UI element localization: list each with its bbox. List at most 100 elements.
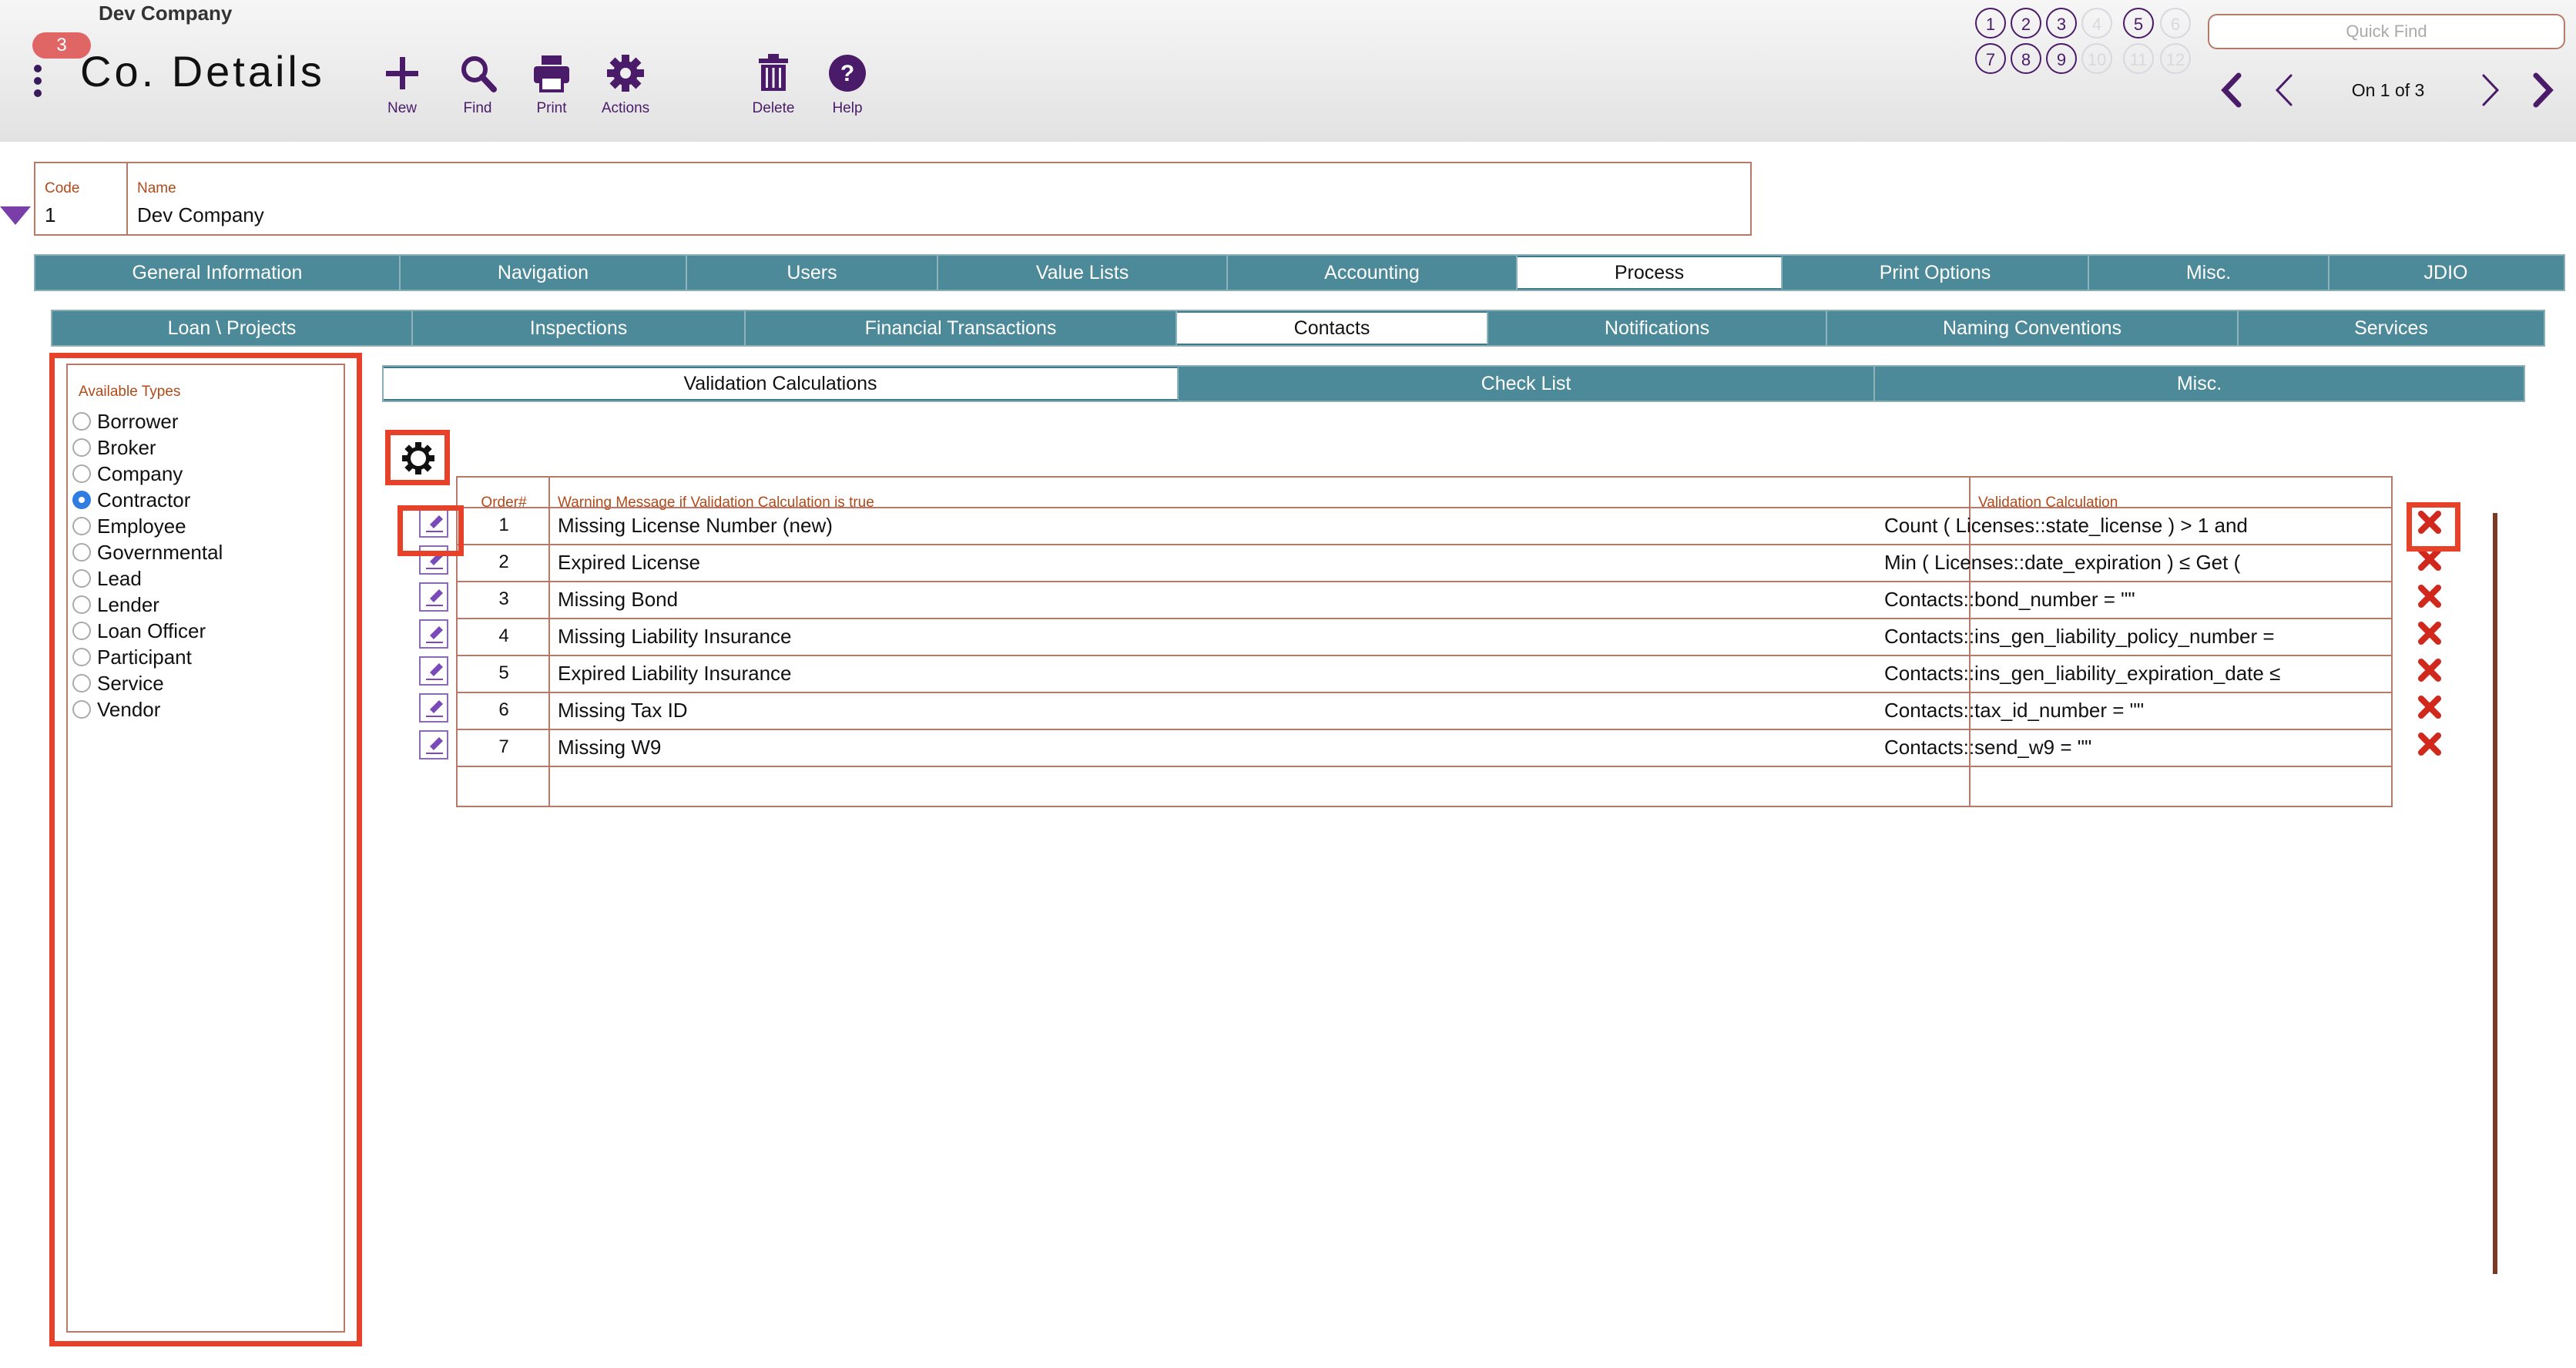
radio-icon[interactable]	[72, 412, 91, 431]
quick-nav-button-7[interactable]: 7	[1975, 43, 2006, 74]
subtab-financial-transactions[interactable]: Financial Transactions	[746, 311, 1177, 345]
table-row[interactable]: 4 Missing Liability Insurance Contacts::in…	[458, 618, 2391, 655]
type-option-borrower[interactable]: Borrower	[72, 408, 223, 434]
edit-row-button[interactable]	[419, 730, 448, 759]
tab-jdio[interactable]: JDIO	[2329, 256, 2562, 290]
name-field[interactable]: Name Dev Company	[128, 163, 1750, 234]
table-row[interactable]: 5 Expired Liability Insurance Contacts::in…	[458, 655, 2391, 692]
previous-record-icon[interactable]	[2269, 71, 2300, 109]
quick-nav-button-8[interactable]: 8	[2011, 43, 2041, 74]
radio-icon[interactable]	[72, 543, 91, 562]
table-row[interactable]: 7 Missing W9 Contacts::send_w9 = ""	[458, 729, 2391, 766]
actions-button[interactable]: Actions	[587, 51, 664, 117]
tab-print-options[interactable]: Print Options	[1783, 256, 2089, 290]
radio-icon[interactable]	[72, 438, 91, 457]
order-cell[interactable]: 3	[458, 582, 550, 616]
type-option-participant[interactable]: Participant	[72, 644, 223, 670]
radio-icon[interactable]	[72, 569, 91, 588]
type-option-lender[interactable]: Lender	[72, 592, 223, 618]
type-option-governmental[interactable]: Governmental	[72, 539, 223, 565]
find-button[interactable]: Find	[439, 51, 516, 117]
quick-nav-button-3[interactable]: 3	[2046, 8, 2077, 39]
delete-row-button[interactable]	[2416, 730, 2444, 758]
edit-row-button[interactable]	[419, 619, 448, 649]
scrollbar[interactable]	[2493, 513, 2497, 1274]
tab-value-lists[interactable]: Value Lists	[938, 256, 1228, 290]
table-row-empty[interactable]	[458, 766, 2391, 803]
order-cell[interactable]: 7	[458, 730, 550, 764]
delete-button[interactable]: Delete	[735, 51, 812, 117]
radio-icon[interactable]	[72, 674, 91, 692]
last-record-icon[interactable]	[2527, 71, 2558, 109]
quick-nav-button-1[interactable]: 1	[1975, 8, 2006, 39]
subtab-inspections[interactable]: Inspections	[413, 311, 746, 345]
subtab-contacts[interactable]: Contacts	[1177, 311, 1488, 345]
table-row[interactable]: 1 Missing License Number (new) Count ( Lic…	[458, 507, 2391, 544]
message-cell[interactable]: Missing Tax ID	[558, 693, 688, 727]
message-cell[interactable]: Expired Liability Insurance	[558, 656, 792, 690]
contacts-tab-misc[interactable]: Misc.	[1875, 367, 2524, 401]
tab-process[interactable]: Process	[1518, 256, 1783, 290]
expand-triangle-icon[interactable]	[0, 206, 31, 225]
type-option-employee[interactable]: Employee	[72, 513, 223, 539]
calculation-cell[interactable]: Contacts::bond_number = ""	[1884, 582, 2385, 616]
code-field[interactable]: Code 1	[35, 163, 128, 234]
message-cell[interactable]: Missing License Number (new)	[558, 508, 833, 542]
table-row[interactable]: 3 Missing Bond Contacts::bond_number = ""	[458, 581, 2391, 618]
radio-icon[interactable]	[72, 491, 91, 509]
order-cell[interactable]: 6	[458, 693, 550, 727]
next-record-icon[interactable]	[2474, 71, 2505, 109]
new-button[interactable]: New	[364, 51, 441, 117]
radio-icon[interactable]	[72, 700, 91, 719]
settings-button[interactable]	[385, 430, 450, 485]
quick-find-input[interactable]: Quick Find	[2208, 14, 2565, 49]
message-cell[interactable]: Missing Bond	[558, 582, 678, 616]
type-option-vendor[interactable]: Vendor	[72, 696, 223, 723]
type-option-loan-officer[interactable]: Loan Officer	[72, 618, 223, 644]
calculation-cell[interactable]: Contacts::tax_id_number = ""	[1884, 693, 2385, 727]
message-cell[interactable]: Missing Liability Insurance	[558, 619, 791, 653]
order-cell[interactable]: 5	[458, 656, 550, 690]
table-row[interactable]: 2 Expired License Min ( Licenses::date_exp…	[458, 544, 2391, 581]
contacts-tab-validation-calculations[interactable]: Validation Calculations	[384, 367, 1179, 401]
delete-row-button[interactable]	[2416, 693, 2444, 721]
radio-icon[interactable]	[72, 464, 91, 483]
calculation-cell[interactable]: Contacts::ins_gen_liability_policy_numbe…	[1884, 619, 2385, 653]
calculation-cell[interactable]: Min ( Licenses::date_expiration ) ≤ Get …	[1884, 545, 2385, 579]
radio-icon[interactable]	[72, 517, 91, 535]
subtab-loan-projects[interactable]: Loan \ Projects	[52, 311, 413, 345]
calculation-cell[interactable]: Count ( Licenses::state_license ) > 1 an…	[1884, 508, 2385, 542]
tab-navigation[interactable]: Navigation	[401, 256, 687, 290]
edit-row-button[interactable]	[419, 693, 448, 723]
subtab-naming-conventions[interactable]: Naming Conventions	[1827, 311, 2239, 345]
edit-row-button[interactable]	[419, 582, 448, 612]
edit-row-button[interactable]	[419, 656, 448, 686]
order-cell[interactable]: 4	[458, 619, 550, 653]
delete-row-button[interactable]	[2416, 582, 2444, 610]
subtab-notifications[interactable]: Notifications	[1488, 311, 1827, 345]
first-record-icon[interactable]	[2217, 71, 2248, 109]
order-cell[interactable]: 1	[458, 508, 550, 542]
type-option-service[interactable]: Service	[72, 670, 223, 696]
contacts-tab-check-list[interactable]: Check List	[1179, 367, 1875, 401]
type-option-company[interactable]: Company	[72, 461, 223, 487]
menu-dots-icon[interactable]	[32, 65, 43, 103]
type-option-lead[interactable]: Lead	[72, 565, 223, 592]
radio-icon[interactable]	[72, 595, 91, 614]
table-row[interactable]: 6 Missing Tax ID Contacts::tax_id_number =…	[458, 692, 2391, 729]
calculation-cell[interactable]: Contacts::ins_gen_liability_expiration_d…	[1884, 656, 2385, 690]
order-cell[interactable]: 2	[458, 545, 550, 579]
type-option-broker[interactable]: Broker	[72, 434, 223, 461]
message-cell[interactable]: Expired License	[558, 545, 700, 579]
message-cell[interactable]: Missing W9	[558, 730, 661, 764]
quick-nav-button-5[interactable]: 5	[2123, 8, 2154, 39]
radio-icon[interactable]	[72, 622, 91, 640]
tab-users[interactable]: Users	[687, 256, 938, 290]
tab-misc[interactable]: Misc.	[2089, 256, 2329, 290]
type-option-contractor[interactable]: Contractor	[72, 487, 223, 513]
radio-icon[interactable]	[72, 648, 91, 666]
delete-row-button[interactable]	[2416, 619, 2444, 647]
tab-general-information[interactable]: General Information	[35, 256, 401, 290]
tab-accounting[interactable]: Accounting	[1228, 256, 1518, 290]
quick-nav-button-2[interactable]: 2	[2011, 8, 2041, 39]
